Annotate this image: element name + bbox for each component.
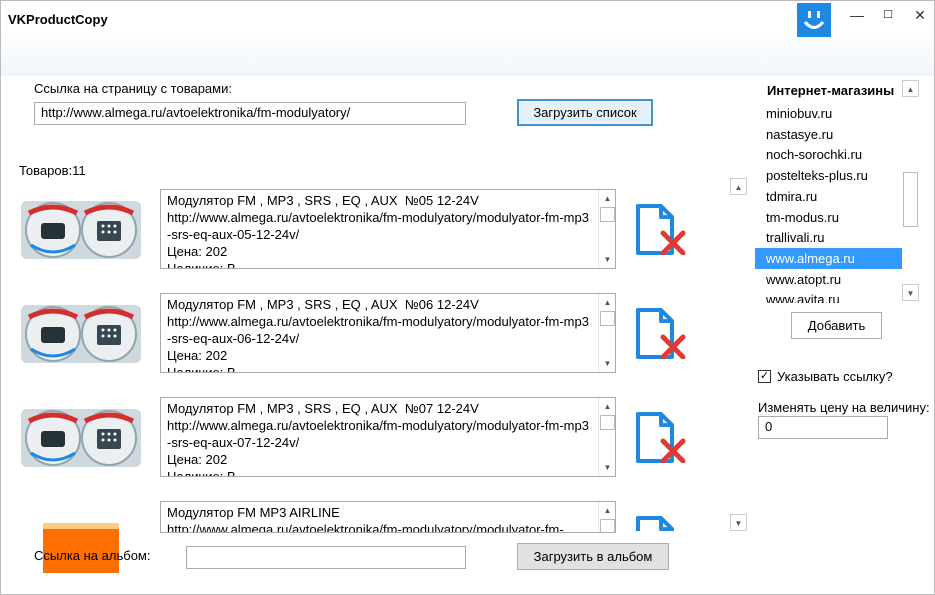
shop-list-item[interactable]: nastasye.ru bbox=[755, 124, 902, 145]
shop-list-item[interactable]: miniobuv.ru bbox=[755, 103, 902, 124]
product-description-box[interactable]: Модулятор FM MP3 AIRLINE http://www.alme… bbox=[160, 501, 616, 533]
delete-file-icon[interactable] bbox=[635, 307, 687, 360]
page-link-input[interactable]: http://www.almega.ru/avtoelektronika/fm-… bbox=[34, 102, 466, 125]
product-description-box[interactable]: Модулятор FM , MP3 , SRS , EQ , AUX №05 … bbox=[160, 189, 616, 269]
shop-list-item[interactable]: postelteks-plus.ru bbox=[755, 165, 902, 186]
scroll-down-arrow-icon[interactable]: ▼ bbox=[599, 459, 615, 476]
app-window: VKProductCopy — ☐ ✕ Ссылка на страницу с… bbox=[0, 0, 935, 595]
shop-list-item[interactable]: tdmira.ru bbox=[755, 186, 902, 207]
product-description-text: Модулятор FM , MP3 , SRS , EQ , AUX №06 … bbox=[167, 297, 589, 373]
shop-list-item[interactable]: www.almega.ru bbox=[755, 247, 902, 269]
album-link-input[interactable] bbox=[186, 546, 466, 569]
product-description-text: Модулятор FM , MP3 , SRS , EQ , AUX №07 … bbox=[167, 401, 589, 477]
add-shop-button[interactable]: Добавить bbox=[791, 312, 882, 339]
maximize-button[interactable]: ☐ bbox=[875, 5, 901, 25]
product-text-scrollbar[interactable]: ▲ ▼ bbox=[598, 294, 615, 372]
shop-list-item[interactable]: tm-modus.ru bbox=[755, 207, 902, 228]
minimize-button[interactable]: — bbox=[844, 5, 870, 25]
product-thumbnail bbox=[21, 511, 141, 573]
product-thumbnail bbox=[21, 199, 141, 261]
load-list-button[interactable]: Загрузить список bbox=[517, 99, 653, 126]
product-description-text: Модулятор FM , MP3 , SRS , EQ , AUX №05 … bbox=[167, 193, 589, 269]
scroll-thumb[interactable] bbox=[600, 311, 615, 326]
delete-file-icon[interactable] bbox=[635, 203, 687, 256]
product-text-scrollbar[interactable]: ▲ ▼ bbox=[598, 398, 615, 476]
shops-list[interactable]: miniobuv.ru nastasye.ru noch-sorochki.ru po… bbox=[755, 103, 903, 303]
scroll-up-arrow-icon[interactable]: ▲ bbox=[599, 502, 615, 519]
product-text-scrollbar[interactable]: ▲ bbox=[598, 502, 615, 532]
scroll-thumb[interactable] bbox=[600, 519, 615, 532]
product-description-box[interactable]: Модулятор FM , MP3 , SRS , EQ , AUX №06 … bbox=[160, 293, 616, 373]
title-bar: VKProductCopy — ☐ ✕ bbox=[1, 1, 934, 76]
shops-header: Интернет-магазины bbox=[767, 83, 895, 98]
shops-scrollbar[interactable]: ▲ ▼ bbox=[902, 80, 919, 302]
shop-list-item[interactable]: noch-sorochki.ru bbox=[755, 144, 902, 165]
scroll-down-arrow-icon[interactable]: ▼ bbox=[730, 514, 747, 531]
scroll-thumb[interactable] bbox=[600, 207, 615, 222]
delete-file-icon[interactable] bbox=[635, 411, 687, 464]
product-text-scrollbar[interactable]: ▲ ▼ bbox=[598, 190, 615, 268]
scroll-thumb[interactable] bbox=[600, 415, 615, 430]
scroll-down-arrow-icon[interactable]: ▼ bbox=[599, 251, 615, 268]
window-title: VKProductCopy bbox=[8, 12, 108, 27]
scroll-down-arrow-icon[interactable]: ▼ bbox=[599, 355, 615, 372]
shop-list-item[interactable]: www.avita.ru bbox=[755, 289, 902, 303]
price-change-input[interactable]: 0 bbox=[758, 416, 888, 439]
scroll-down-arrow-icon[interactable]: ▼ bbox=[902, 284, 919, 301]
upload-album-button[interactable]: Загрузить в альбом bbox=[517, 543, 669, 570]
show-link-label: Указывать ссылку? bbox=[777, 369, 893, 384]
scroll-thumb[interactable] bbox=[903, 172, 918, 227]
scroll-up-arrow-icon[interactable]: ▲ bbox=[599, 190, 615, 207]
product-description-text: Модулятор FM MP3 AIRLINE http://www.alme… bbox=[167, 505, 564, 533]
album-link-label: Ссылка на альбом: bbox=[34, 548, 151, 563]
scroll-up-arrow-icon[interactable]: ▲ bbox=[599, 398, 615, 415]
product-description-box[interactable]: Модулятор FM , MP3 , SRS , EQ , AUX №07 … bbox=[160, 397, 616, 477]
scroll-up-arrow-icon[interactable]: ▲ bbox=[902, 80, 919, 97]
product-thumbnail bbox=[21, 407, 141, 469]
scroll-up-arrow-icon[interactable]: ▲ bbox=[730, 178, 747, 195]
show-link-checkbox[interactable]: ✓ bbox=[758, 370, 771, 383]
product-thumbnail bbox=[21, 303, 141, 365]
shop-list-item[interactable]: www.atopt.ru bbox=[755, 269, 902, 290]
scroll-up-arrow-icon[interactable]: ▲ bbox=[599, 294, 615, 311]
page-link-label: Ссылка на страницу с товарами: bbox=[34, 81, 232, 96]
shop-list-item[interactable]: trallivali.ru bbox=[755, 227, 902, 248]
close-button[interactable]: ✕ bbox=[907, 5, 933, 25]
price-change-label: Изменять цену на величину: bbox=[758, 400, 930, 415]
product-list-scrollbar[interactable]: ▲ ▼ bbox=[730, 178, 747, 533]
smiley-logo-icon bbox=[797, 3, 831, 37]
products-count-label: Товаров:11 bbox=[19, 163, 86, 178]
delete-file-icon[interactable] bbox=[635, 515, 687, 531]
